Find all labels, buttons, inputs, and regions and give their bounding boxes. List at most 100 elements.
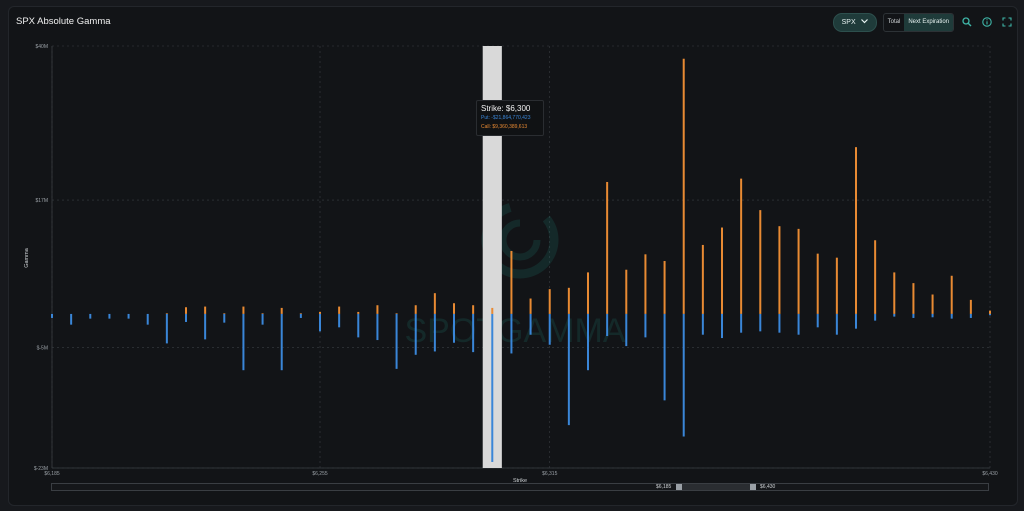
call-bar [969,299,972,314]
y-axis: $40M$17M$-5M$-23M [34,44,48,472]
put-bar [740,313,743,333]
call-bar [989,310,991,314]
x-tick-label: $6,430 [982,471,998,477]
x-tick-label: $6,315 [542,471,558,477]
call-bar [529,298,532,314]
call-bar [701,244,704,314]
range-right-label: $6,430 [760,484,776,490]
range-selection[interactable] [678,484,754,490]
put-bar [51,313,53,318]
call-bar [472,305,475,314]
call-bar [338,306,341,314]
put-bar [510,313,513,354]
put-bar [778,313,781,333]
x-tick-label: $6,255 [312,471,328,477]
call-bar [510,250,513,314]
put-bar [855,313,857,329]
call-bar [606,181,609,314]
put-bar [989,313,991,316]
put-bar [816,313,819,328]
put-bar [587,313,589,371]
put-bar [89,313,92,319]
put-bar [165,313,168,344]
put-bar [299,313,302,318]
call-bar [376,305,379,314]
put-bar [663,313,666,401]
call-bar [682,58,685,314]
put-bar [759,313,762,332]
put-bar [644,313,647,338]
call-bar [855,147,857,314]
call-bar [204,306,207,314]
put-bar [223,313,226,323]
range-handle-left[interactable] [676,484,682,490]
call-bar [778,226,781,314]
put-bar [606,313,609,337]
put-bar [204,313,207,340]
x-tick-label: $6,185 [44,471,60,477]
call-bar [931,294,934,314]
put-bar [912,313,915,318]
tooltip-call: Call: $9,360,389,613 [481,124,528,130]
call-bar [395,313,398,314]
call-bar [625,269,628,314]
put-bar [548,313,551,345]
call-bar [740,178,743,314]
put-bar [874,313,877,321]
put-bar [280,313,283,371]
put-bar [127,313,130,319]
put-bar [491,313,494,462]
call-bar [185,307,187,314]
put-bar [414,313,417,355]
put-bar [950,313,953,319]
put-bar [108,313,111,319]
call-bar [874,240,877,314]
range-handle-right[interactable] [750,484,756,490]
y-tick-label: $17M [35,198,48,204]
x-axis: $6,185 $6,255 $6,315 $6,430 [44,471,998,477]
tooltip-put: Put: -$21,864,770,423 [481,115,531,121]
call-bar [567,287,570,314]
call-bar [319,311,321,314]
call-bar [165,313,168,314]
call-bar [242,306,245,314]
put-bar [893,313,896,317]
put-bar [357,313,360,338]
y-tick-label: $-5M [37,345,48,351]
call-bar [433,293,436,314]
call-bar [835,257,838,314]
call-bar [587,272,589,314]
spotgamma-watermark: SPOTGAMMA [404,201,626,350]
put-bar [395,313,398,369]
call-bar [816,253,819,314]
put-bar [261,313,264,325]
put-bar [376,313,379,341]
call-bar [950,275,953,314]
call-bar [893,272,896,314]
call-bar [797,228,800,314]
put-bar [931,313,934,318]
put-bar [433,313,436,352]
call-bar [663,261,666,314]
call-bar [280,307,283,314]
tooltip: Strike: $6,300 Put: -$21,864,770,423 Cal… [476,100,544,136]
call-bar [912,283,915,314]
range-slider[interactable]: $6,185 $6,430 [51,483,989,491]
put-bar [701,313,704,335]
put-bar [567,313,570,426]
y-tick-label: $40M [35,44,48,50]
put-bar [185,313,187,322]
put-bar [682,313,685,437]
call-bar [261,313,264,314]
call-bar [644,254,647,314]
watermark-text: SPOTGAMMA [404,312,625,350]
call-bar [453,303,455,314]
call-bar [414,305,417,314]
put-bar [338,313,341,328]
put-bar [529,313,532,335]
put-bar [146,313,149,325]
y-axis-label: Gamma [24,247,30,268]
put-bar [797,313,800,335]
call-bar [223,313,226,314]
put-bar [242,313,245,371]
